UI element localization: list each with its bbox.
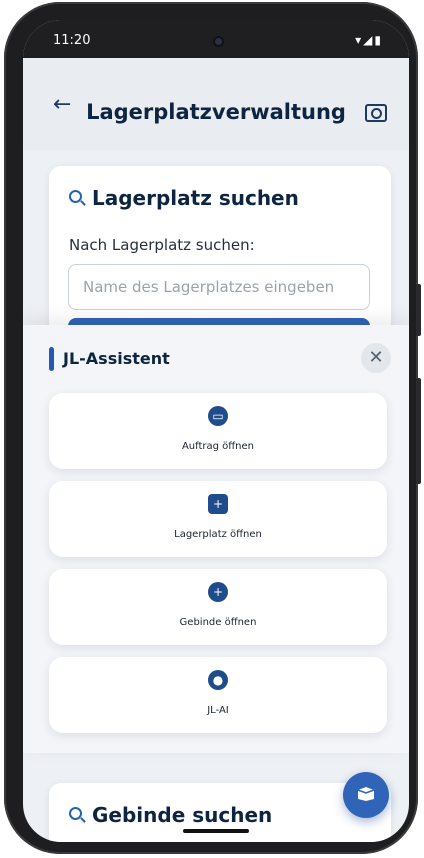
action-label: Auftrag öffnen (181, 441, 255, 452)
assistant-panel: JL-Assistent ✕ ▭ Auftrag öffnen + Lagerp… (23, 325, 409, 753)
plus-circle-icon: + (208, 582, 228, 602)
status-time: 11:20 (53, 33, 91, 48)
lagerplatz-search-input[interactable] (68, 264, 370, 310)
cart-plus-icon: + (208, 494, 228, 514)
close-icon[interactable]: ✕ (361, 343, 391, 373)
action-auftrag-oeffnen[interactable]: ▭ Auftrag öffnen (49, 393, 387, 469)
assistant-fab-button[interactable] (343, 772, 389, 818)
action-lagerplatz-oeffnen[interactable]: + Lagerplatz öffnen (49, 481, 387, 557)
assistant-title: JL-Assistent (63, 349, 170, 368)
front-camera (215, 38, 222, 45)
action-label: Gebinde öffnen (179, 617, 257, 628)
action-label: Lagerplatz öffnen (174, 529, 262, 540)
lagerplatz-field-label: Nach Lagerplatz suchen: (69, 236, 255, 254)
action-label: JL-AI (207, 705, 229, 716)
gebinde-card-title: Gebinde suchen (69, 803, 272, 827)
assistant-accent-bar (49, 347, 54, 371)
home-indicator[interactable] (183, 829, 249, 833)
screen: 11:20 ▾◢▮ ← Lagerplatzverwaltung Lagerpl… (23, 20, 409, 842)
gebinde-search-card: Gebinde suchen (49, 783, 391, 842)
camera-icon[interactable] (365, 104, 387, 122)
volume-button (416, 284, 421, 336)
status-icons: ▾◢▮ (355, 33, 383, 47)
lagerplatz-card-title-text: Lagerplatz suchen (92, 186, 299, 210)
page-title: Lagerplatzverwaltung (86, 100, 346, 124)
search-icon (69, 190, 82, 203)
lagerplatz-card-title: Lagerplatz suchen (69, 186, 299, 210)
box-icon (357, 787, 375, 801)
location-pin-icon: ● (208, 670, 228, 690)
status-bar: 11:20 ▾◢▮ (23, 20, 409, 58)
app-bar: ← Lagerplatzverwaltung (23, 58, 409, 150)
action-jl-ai[interactable]: ● JL-AI (49, 657, 387, 733)
action-gebinde-oeffnen[interactable]: + Gebinde öffnen (49, 569, 387, 645)
gebinde-card-title-text: Gebinde suchen (92, 803, 273, 827)
phone-frame: 11:20 ▾◢▮ ← Lagerplatzverwaltung Lagerpl… (4, 2, 421, 854)
power-button (416, 378, 421, 484)
search-icon (69, 807, 82, 820)
box-icon: ▭ (208, 406, 228, 426)
